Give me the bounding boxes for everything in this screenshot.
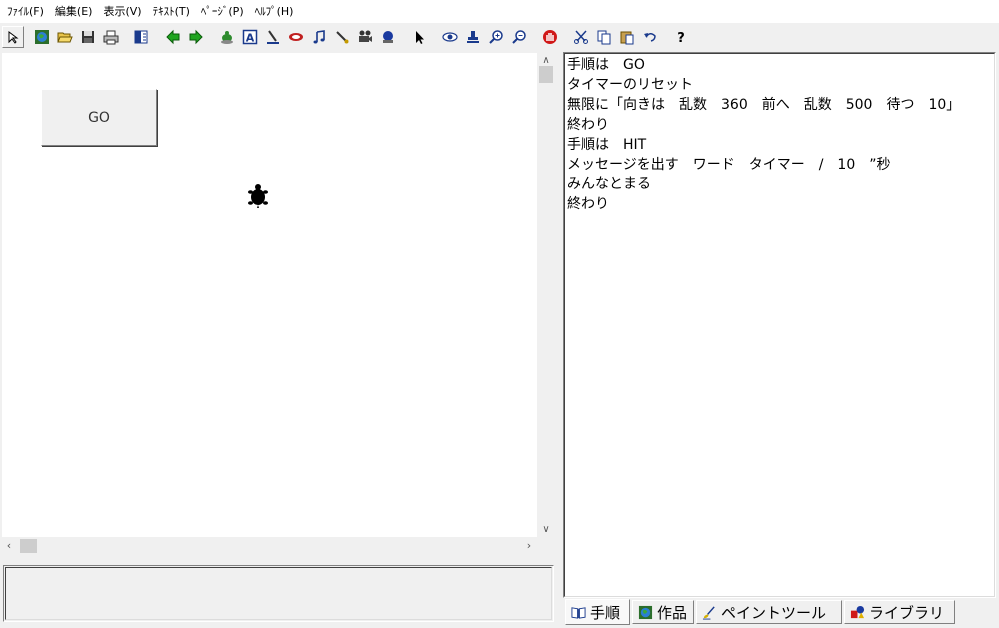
globe-icon[interactable] <box>31 26 53 48</box>
message-box-inner <box>5 567 552 620</box>
vertical-scroll-thumb[interactable] <box>539 66 553 83</box>
svg-text:?: ? <box>677 31 685 45</box>
menu-view[interactable]: 表示(V) <box>99 0 148 23</box>
text-box-icon[interactable]: A <box>239 26 261 48</box>
go-button[interactable]: GO <box>41 89 157 146</box>
scroll-down-icon[interactable]: ∨ <box>538 522 554 536</box>
zoom-out-icon[interactable] <box>508 26 530 48</box>
zoom-in-icon[interactable] <box>485 26 507 48</box>
tab-label: 手順 <box>590 603 621 622</box>
stop-hand-icon[interactable] <box>539 26 561 48</box>
eraser-icon[interactable] <box>285 26 307 48</box>
tab-label: ペイントツール <box>721 603 827 622</box>
brush-icon <box>702 605 715 620</box>
procedure-editor-text[interactable]: 手順は GO タイマーのリセット 無限に「向きは 乱数 360 前へ 乱数 50… <box>564 53 995 597</box>
paint-icon[interactable] <box>331 26 353 48</box>
menu-page[interactable]: ﾍﾟｰｼﾞ(P) <box>197 0 251 23</box>
open-folder-icon[interactable] <box>54 26 76 48</box>
cursor-icon[interactable] <box>408 26 430 48</box>
turtle-hatch-icon[interactable] <box>216 26 238 48</box>
code-line[interactable]: 手順は HIT <box>567 136 994 156</box>
menu-text[interactable]: ﾃｷｽﾄ(T) <box>149 0 197 23</box>
tab-label: 作品 <box>657 603 688 622</box>
canvas-horizontal-scrollbar[interactable]: ‹ › <box>2 537 537 554</box>
code-line[interactable]: みんなとまる <box>567 175 994 195</box>
menu-edit[interactable]: 編集(E) <box>51 0 100 23</box>
camera-icon[interactable] <box>354 26 376 48</box>
pen-icon[interactable] <box>262 26 284 48</box>
print-icon[interactable] <box>100 26 122 48</box>
menu-bar: ﾌｧｲﾙ(F) 編集(E) 表示(V) ﾃｷｽﾄ(T) ﾍﾟｰｼﾞ(P) ﾍﾙﾌ… <box>0 0 999 23</box>
panel-tabs: 手順 作品 ペイントツール ライブラリ <box>563 599 999 628</box>
tab-procedure[interactable]: 手順 <box>565 599 630 625</box>
svg-text:A: A <box>246 32 255 45</box>
tab-library[interactable]: ライブラリ <box>844 600 955 624</box>
shapes-icon <box>850 605 865 618</box>
save-icon[interactable] <box>77 26 99 48</box>
tab-paint-tool[interactable]: ペイントツール <box>696 600 842 624</box>
turtle-canvas[interactable]: GO <box>2 53 537 537</box>
scroll-up-icon[interactable]: ∧ <box>538 53 554 67</box>
copy-icon[interactable] <box>593 26 615 48</box>
pane-splitter[interactable] <box>556 51 563 628</box>
code-line[interactable]: メッセージを出す ワード タイマー / 10 ”秒 <box>567 156 994 176</box>
tab-label: ライブラリ <box>869 603 945 622</box>
back-arrow-icon[interactable] <box>162 26 184 48</box>
forward-arrow-icon[interactable] <box>185 26 207 48</box>
message-box <box>3 565 554 622</box>
canvas-frame: GO ∧ ∨ ‹ › <box>0 51 556 556</box>
scroll-left-icon[interactable]: ‹ <box>2 537 16 554</box>
scroll-right-icon[interactable]: › <box>522 537 536 554</box>
globe-icon <box>638 605 653 619</box>
procedure-editor[interactable]: 手順は GO タイマーのリセット 無限に「向きは 乱数 360 前へ 乱数 50… <box>563 52 996 598</box>
toolbar: A ? <box>0 23 999 51</box>
turtle-icon[interactable] <box>247 183 269 209</box>
code-line[interactable]: 終わり <box>567 195 994 215</box>
paste-icon[interactable] <box>616 26 638 48</box>
code-line[interactable]: 無限に「向きは 乱数 360 前へ 乱数 500 待つ 10」 <box>567 96 994 116</box>
tab-works[interactable]: 作品 <box>632 600 694 624</box>
code-line[interactable]: 手順は GO <box>567 56 994 76</box>
stamp-tool-icon[interactable] <box>462 26 484 48</box>
canvas-vertical-scrollbar[interactable]: ∧ ∨ <box>538 53 554 537</box>
panel-icon[interactable] <box>130 26 152 48</box>
undo-icon[interactable] <box>639 26 661 48</box>
code-line[interactable]: 終わり <box>567 116 994 136</box>
horizontal-scroll-thumb[interactable] <box>20 539 37 553</box>
pointer-small-icon[interactable] <box>2 26 24 48</box>
book-icon <box>571 606 586 619</box>
music-note-icon[interactable] <box>308 26 330 48</box>
stamp-icon[interactable] <box>377 26 399 48</box>
code-line[interactable]: タイマーのリセット <box>567 76 994 96</box>
menu-file[interactable]: ﾌｧｲﾙ(F) <box>3 0 51 23</box>
cut-icon[interactable] <box>570 26 592 48</box>
help-icon[interactable]: ? <box>670 26 692 48</box>
menu-help[interactable]: ﾍﾙﾌﾟ(H) <box>251 0 301 23</box>
eye-icon[interactable] <box>439 26 461 48</box>
